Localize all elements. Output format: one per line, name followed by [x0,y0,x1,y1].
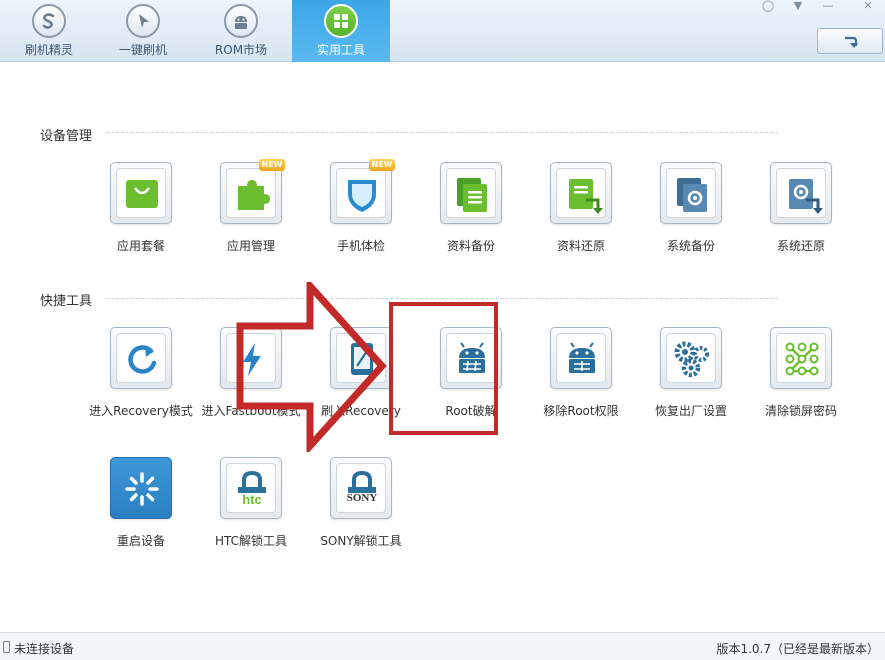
pattern-lock-icon [785,342,819,376]
tool-data-restore[interactable]: 资料还原 [526,162,636,272]
android-icon [224,4,258,38]
tool-sony-unlock[interactable]: SONY SONY解锁工具 [306,457,416,567]
tab-utilities[interactable]: 实用工具 [292,0,390,62]
menu-dropdown-icon[interactable]: ▼ [786,0,810,14]
section-title-device: 设备管理 [40,129,93,144]
refresh-arrow-icon [845,36,858,48]
tool-phone-checkup[interactable]: NEW 手机体检 [306,159,416,272]
tool-remove-root[interactable]: 移除Root权限 [526,327,636,437]
tab-label: 一键刷机 [118,43,167,57]
phone-icon [3,641,10,653]
document-backup-icon [457,178,487,212]
top-nav-bar: 刷机精灵 一键刷机 ROM市场 实用工具 ◯ ▼ — ✕ [0,0,885,62]
system-backup-icon [677,178,707,212]
annotation-highlight-box [389,302,498,435]
tab-flash-wizard[interactable]: 刷机精灵 [0,0,98,62]
tab-rom-market[interactable]: ROM市场 [192,0,290,62]
tool-clear-lock-password[interactable]: 清除锁屏密码 [746,327,856,437]
puzzle-icon [238,180,270,210]
tab-label: 实用工具 [316,43,365,57]
tool-label: 清除锁屏密码 [764,404,837,418]
status-bar: 未连接设备 版本1.0.7（已经是最新版本） [0,632,885,660]
system-restore-icon [789,179,823,214]
tool-app-bundle[interactable]: 应用套餐 [86,162,196,272]
play-icon [126,4,160,38]
tool-factory-reset[interactable]: 恢复出厂设置 [636,327,746,437]
shopping-bag-icon [126,180,158,208]
tab-label: 刷机精灵 [24,43,73,57]
shield-icon [348,180,376,212]
android-unroot-icon [569,342,595,373]
refresh-icon [128,345,157,374]
sony-lock-icon [348,470,376,493]
restart-icon [125,472,159,506]
version-info: 版本1.0.7（已经是最新版本） [716,642,879,656]
tool-enter-recovery[interactable]: 进入Recovery模式 [86,327,196,437]
sony-brand-label: SONY [346,492,378,504]
gears-icon [674,341,709,378]
connection-status: 未连接设备 [14,642,75,656]
tool-restart-device[interactable]: 重启设备 [86,457,196,567]
tab-label: ROM市场 [214,43,268,57]
new-badge: NEW [259,159,285,171]
new-badge: NEW [369,159,395,171]
grid-icon [324,4,358,38]
tool-label: SONY解锁工具 [320,534,402,548]
tab-one-click-flash[interactable]: 一键刷机 [94,0,192,62]
tool-system-backup[interactable]: 系统备份 [636,162,746,272]
refresh-button[interactable] [817,28,883,54]
section-divider [106,132,778,133]
annotation-arrow [236,282,387,452]
document-restore-icon [569,179,603,214]
section-divider [106,298,778,299]
close-icon[interactable]: ✕ [856,0,880,14]
feedback-icon[interactable]: ◯ [756,0,780,14]
tool-htc-unlock[interactable]: htc HTC解锁工具 [196,457,306,567]
tool-system-restore[interactable]: 系统还原 [746,162,856,272]
tool-label: 系统还原 [776,239,825,253]
minimize-icon[interactable]: — [816,0,840,14]
tool-app-manager[interactable]: NEW 应用管理 [196,159,306,272]
section-title-quick: 快捷工具 [40,294,93,309]
s-logo-icon [32,4,66,38]
tool-data-backup[interactable]: 资料备份 [416,162,526,272]
htc-brand-label: htc [242,492,262,507]
